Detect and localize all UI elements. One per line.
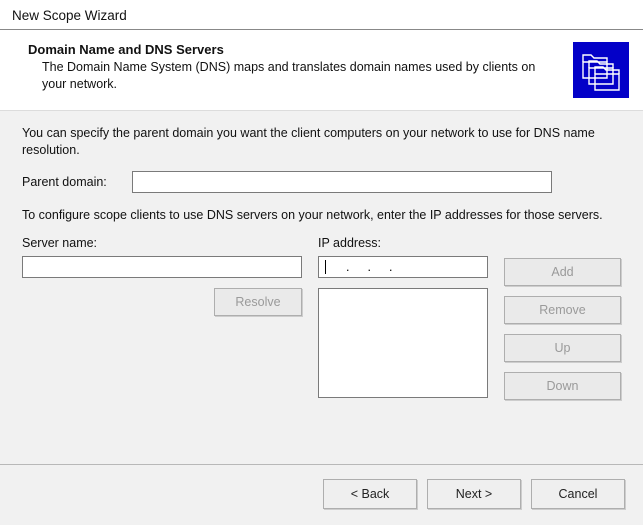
wizard-footer: < Back Next > Cancel	[0, 464, 643, 525]
resolve-button[interactable]: Resolve	[214, 288, 302, 316]
add-button[interactable]: Add	[504, 258, 621, 286]
server-name-label: Server name:	[22, 236, 302, 250]
parent-domain-input[interactable]	[132, 171, 552, 193]
parent-domain-instruction: You can specify the parent domain you wa…	[22, 125, 621, 159]
server-name-input[interactable]	[22, 256, 302, 278]
back-button[interactable]: < Back	[323, 479, 417, 509]
text-caret	[325, 260, 326, 274]
ip-address-input[interactable]: . . .	[318, 256, 488, 278]
ip-address-label: IP address:	[318, 236, 488, 250]
page-subheading: The Domain Name System (DNS) maps and tr…	[28, 59, 558, 93]
window-title: New Scope Wizard	[0, 0, 643, 30]
ip-address-column: IP address: . . .	[318, 236, 488, 400]
dns-servers-instruction: To configure scope clients to use DNS se…	[22, 207, 621, 224]
up-button[interactable]: Up	[504, 334, 621, 362]
dns-folders-icon	[573, 42, 629, 98]
next-button[interactable]: Next >	[427, 479, 521, 509]
wizard-header: Domain Name and DNS Servers The Domain N…	[0, 30, 643, 110]
list-buttons-column: Add Remove Up Down	[504, 236, 621, 400]
parent-domain-label: Parent domain:	[22, 175, 132, 189]
page-heading: Domain Name and DNS Servers	[28, 42, 565, 57]
cancel-button[interactable]: Cancel	[531, 479, 625, 509]
wizard-window: New Scope Wizard Domain Name and DNS Ser…	[0, 0, 643, 525]
server-name-column: Server name: Resolve	[22, 236, 302, 400]
wizard-content: You can specify the parent domain you wa…	[0, 110, 643, 464]
dns-columns: Server name: Resolve IP address: . . . A…	[22, 236, 621, 400]
dns-server-listbox[interactable]	[318, 288, 488, 398]
parent-domain-row: Parent domain:	[22, 171, 621, 193]
down-button[interactable]: Down	[504, 372, 621, 400]
remove-button[interactable]: Remove	[504, 296, 621, 324]
